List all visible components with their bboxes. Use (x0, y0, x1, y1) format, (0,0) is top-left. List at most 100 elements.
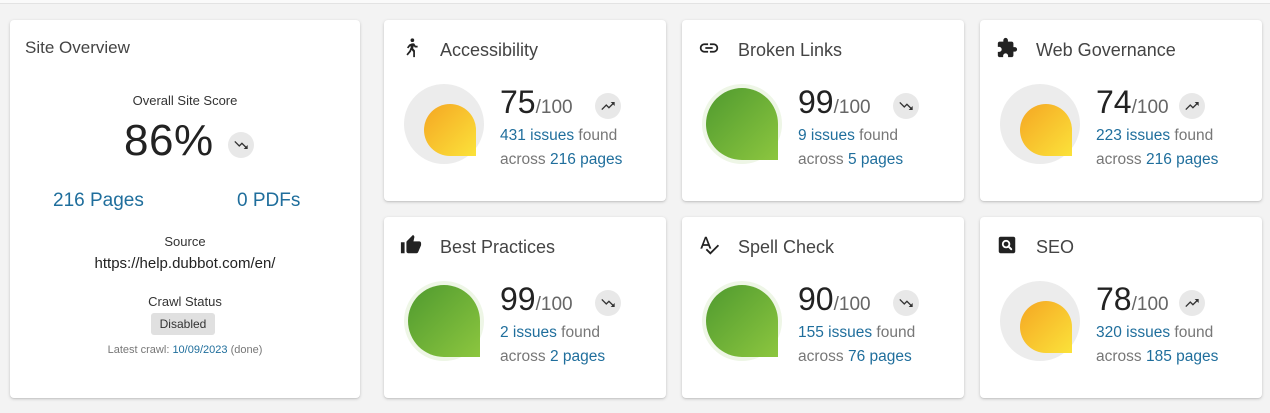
metric-score-max: /100 (535, 97, 573, 118)
score-gauge (700, 82, 784, 166)
latest-crawl-label: Latest crawl: (107, 344, 170, 356)
metric-card-spell-check[interactable]: Spell Check 90/100 155 issues found acro… (682, 217, 964, 398)
metric-score-value: 78 (1096, 281, 1132, 317)
trending-down-icon[interactable] (893, 93, 919, 119)
issues-count-link[interactable]: 9 issues (798, 127, 855, 144)
issues-count-link[interactable]: 223 issues (1096, 127, 1170, 144)
metric-card-seo[interactable]: SEO 78/100 320 issues found across 185 p… (980, 217, 1262, 398)
across-text: across (500, 151, 550, 168)
score-gauge (402, 82, 486, 166)
issues-count-link[interactable]: 155 issues (798, 324, 872, 341)
score-gauge (402, 279, 486, 363)
top-divider (0, 0, 1270, 4)
metric-card-broken-links[interactable]: Broken Links 99/100 9 issues found acros… (682, 20, 964, 201)
metric-title: Broken Links (738, 40, 843, 60)
metric-score-value: 99 (798, 84, 834, 120)
issues-found-text: found (872, 324, 916, 341)
metric-title: Web Governance (1036, 40, 1176, 60)
issues-count-link[interactable]: 431 issues (500, 127, 574, 144)
metric-title: Best Practices (440, 237, 556, 257)
trending-down-icon[interactable] (893, 290, 919, 316)
metric-score-value: 99 (500, 281, 536, 317)
metric-title: Spell Check (738, 237, 835, 257)
trending-up-icon[interactable] (1179, 93, 1205, 119)
pages-line: across 2 pages (500, 348, 605, 366)
trending-down-icon[interactable] (595, 290, 621, 316)
issues-line: 2 issues found (500, 324, 600, 342)
trending-down-icon[interactable] (228, 132, 254, 158)
issues-count-link[interactable]: 320 issues (1096, 324, 1170, 341)
metric-score: 78/100 (1096, 281, 1169, 318)
issues-found-text: found (1170, 127, 1214, 144)
across-text: across (1096, 151, 1146, 168)
pages-count-link[interactable]: 216 Pages (53, 190, 144, 212)
issues-line: 9 issues found (798, 127, 898, 145)
metric-score-max: /100 (833, 97, 871, 118)
crawl-status-badge: Disabled (151, 313, 215, 335)
metric-card-best-practices[interactable]: Best Practices 99/100 2 issues found acr… (384, 217, 666, 398)
source-label: Source (164, 234, 206, 249)
source-url: https://help.dubbot.com/en/ (94, 255, 276, 272)
metric-card-accessibility[interactable]: Accessibility 75/100 431 issues found ac… (384, 20, 666, 201)
pages-line: across 5 pages (798, 151, 903, 169)
affected-pages-link[interactable]: 185 pages (1146, 348, 1218, 365)
affected-pages-link[interactable]: 216 pages (1146, 151, 1218, 168)
metric-score-value: 74 (1096, 84, 1132, 120)
pages-line: across 216 pages (1096, 151, 1218, 169)
metric-score-max: /100 (1131, 294, 1169, 315)
across-text: across (798, 151, 848, 168)
overall-score-value: 86% (124, 116, 214, 165)
across-text: across (1096, 348, 1146, 365)
metric-score: 74/100 (1096, 84, 1169, 121)
pdfs-count-link[interactable]: 0 PDFs (237, 190, 300, 212)
latest-crawl-date-link[interactable]: 10/09/2023 (172, 344, 227, 356)
trending-up-icon[interactable] (1179, 290, 1205, 316)
affected-pages-link[interactable]: 2 pages (550, 348, 605, 365)
overall-score-label: Overall Site Score (132, 93, 238, 108)
issues-found-text: found (556, 324, 600, 341)
metric-score-max: /100 (535, 294, 573, 315)
latest-crawl-info: Latest crawl: 10/09/2023 (done) (10, 344, 360, 356)
seo-search-icon (996, 234, 1018, 256)
link-icon (698, 37, 720, 59)
metric-title: Accessibility (440, 40, 539, 60)
issues-found-text: found (854, 127, 898, 144)
issues-count-link[interactable]: 2 issues (500, 324, 557, 341)
metric-score: 99/100 (798, 84, 871, 121)
metric-title: SEO (1036, 237, 1075, 257)
issues-line: 320 issues found (1096, 324, 1213, 342)
puzzle-icon (996, 37, 1018, 59)
metric-score: 90/100 (798, 281, 871, 318)
crawl-status-label: Crawl Status (148, 294, 222, 309)
affected-pages-link[interactable]: 216 pages (550, 151, 622, 168)
score-gauge (998, 279, 1082, 363)
latest-crawl-state: (done) (230, 344, 263, 356)
score-gauge (700, 279, 784, 363)
pages-line: across 216 pages (500, 151, 622, 169)
metric-score: 99/100 (500, 281, 573, 318)
pages-line: across 76 pages (798, 348, 912, 366)
affected-pages-link[interactable]: 76 pages (848, 348, 912, 365)
score-gauge (998, 82, 1082, 166)
issues-found-text: found (574, 127, 618, 144)
spellcheck-icon (698, 234, 720, 256)
pages-line: across 185 pages (1096, 348, 1218, 366)
issues-found-text: found (1170, 324, 1214, 341)
site-overview-card: Site Overview Overall Site Score 86% 216… (10, 20, 360, 398)
metric-score-value: 90 (798, 281, 834, 317)
metric-score-max: /100 (1131, 97, 1169, 118)
affected-pages-link[interactable]: 5 pages (848, 151, 903, 168)
issues-line: 155 issues found (798, 324, 915, 342)
issues-line: 223 issues found (1096, 127, 1213, 145)
accessibility-icon (400, 37, 422, 59)
thumbs-up-icon (400, 234, 422, 256)
across-text: across (500, 348, 550, 365)
site-overview-title: Site Overview (25, 38, 130, 57)
metric-score-value: 75 (500, 84, 536, 120)
metric-card-web-governance[interactable]: Web Governance 74/100 223 issues found a… (980, 20, 1262, 201)
metric-score: 75/100 (500, 84, 573, 121)
across-text: across (798, 348, 848, 365)
issues-line: 431 issues found (500, 127, 617, 145)
metric-score-max: /100 (833, 294, 871, 315)
trending-up-icon[interactable] (595, 93, 621, 119)
